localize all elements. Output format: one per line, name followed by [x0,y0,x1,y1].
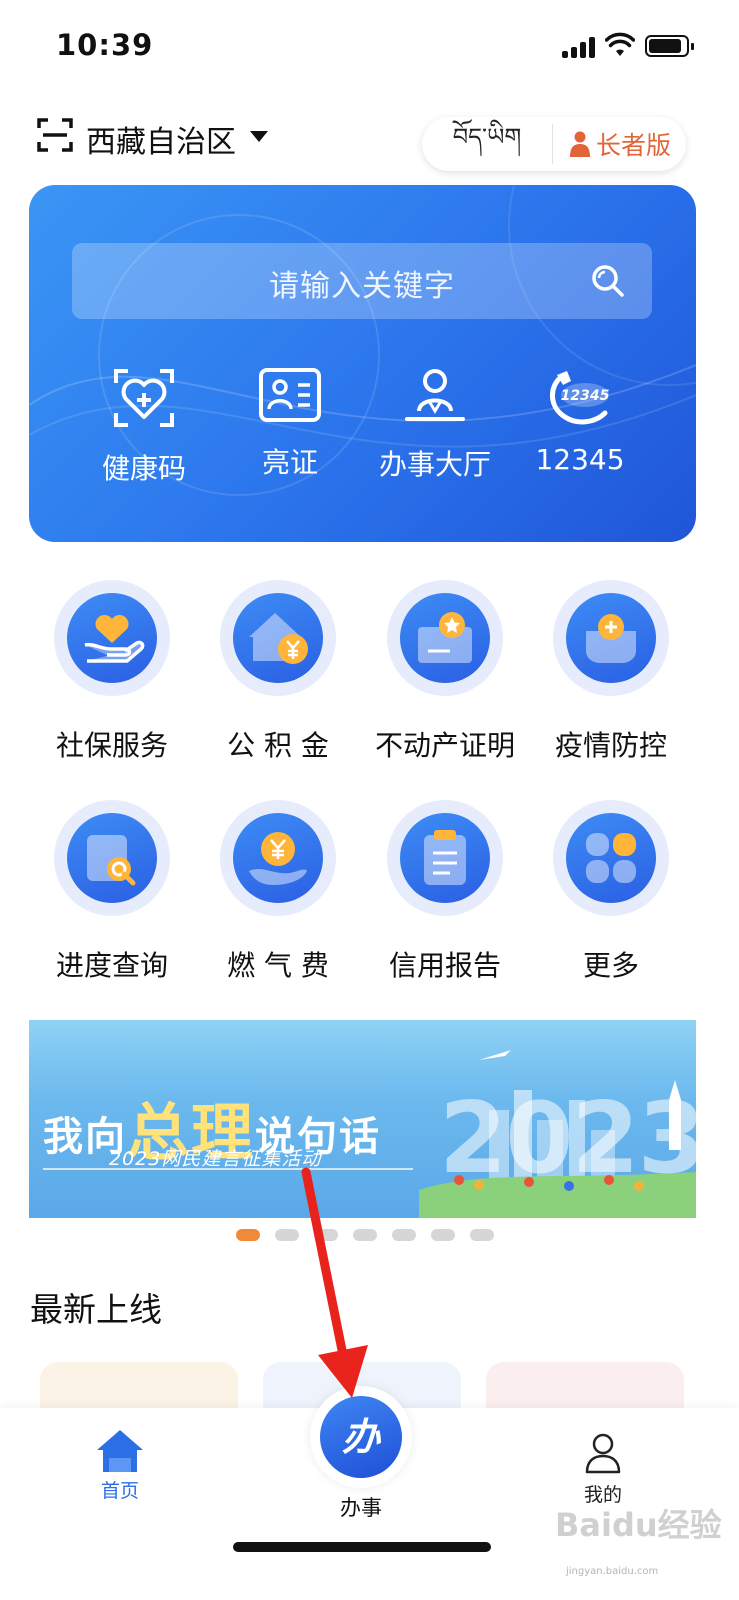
quick-action-label: 12345 [535,443,625,476]
carousel-dot[interactable] [392,1229,416,1241]
service-label: 燃 气 费 [227,949,329,982]
quick-action-label: 亮证 [261,446,318,479]
service-icon-bg [387,800,503,916]
quick-action-label: 健康码 [101,452,186,485]
more-icon [586,833,636,883]
service-glyph-icon: 办 [320,1396,402,1478]
caret-down-icon[interactable] [250,131,268,142]
cellular-signal-icon [562,36,596,58]
tab-home-label: 首页 [100,1480,139,1502]
battery-icon [645,35,694,57]
service-more[interactable]: 更多 [531,800,691,984]
tab-home[interactable]: 首页 [60,1428,180,1503]
home-icon [97,1430,143,1472]
search-input[interactable]: 请输入关键字 [72,243,652,319]
housing-fund-icon [249,613,308,664]
carousel-dot[interactable] [431,1229,455,1241]
carousel-dot[interactable] [314,1229,338,1241]
carousel-dot[interactable] [353,1229,377,1241]
progress-query-icon [87,835,136,886]
carousel-indicator [236,1229,494,1241]
service-social-security[interactable]: 社保服务 [32,580,192,764]
status-time: 10:39 [56,28,154,62]
region-selector[interactable]: 西藏自治区 [86,117,236,161]
user-icon [585,1433,621,1474]
property-certificate-icon [418,612,472,663]
service-label: 信用报告 [388,949,501,982]
center-service-button[interactable]: 办 [310,1386,412,1488]
baidu-watermark: Baidu经验 [555,1506,722,1544]
home-indicator [233,1542,491,1552]
service-hall-icon [405,369,465,421]
service-progress-query[interactable]: 进度查询 [32,800,192,984]
service-property-certificate[interactable]: 不动产证明 [365,580,525,764]
carousel-dot[interactable] [275,1229,299,1241]
elder-mode-label: 长者版 [595,131,671,160]
quick-action-health-code[interactable]: 健康码 [69,367,219,487]
health-code-icon [114,369,174,427]
tab-service[interactable]: 办事 [301,1492,421,1522]
hero-banner: 请输入关键字 健康码 亮证 办事大厅 12345 12345 [29,185,696,542]
service-icon-bg [220,580,336,696]
svg-text:12345: 12345 [561,388,610,404]
tibetan-language-button[interactable]: བོད་ཡིག [422,111,552,178]
quick-action-service-hall[interactable]: 办事大厅 [360,367,510,483]
service-epidemic-control[interactable]: 疫情防控 [531,580,691,764]
quick-action-label: 办事大厅 [378,448,491,481]
service-label: 公 积 金 [227,729,329,762]
hotline-12345-icon: 12345 [550,371,610,425]
service-label: 疫情防控 [554,729,667,762]
hero-background-waves [29,185,696,496]
status-bar: 10:39 [0,0,739,90]
quick-action-id-card[interactable]: 亮证 [215,367,365,481]
service-label: 不动产证明 [374,729,515,762]
promo-subtitle: 2023网民建言征集活动 [109,1148,322,1170]
social-security-icon [84,614,145,663]
promo-banner[interactable]: 2023 我向总理说句话 2023网民建言征集活动 [29,1020,696,1218]
search-icon[interactable] [590,263,626,299]
service-label: 更多 [582,949,639,982]
latest-section-title: 最新上线 [30,1290,162,1329]
service-gas-fee[interactable]: 燃 气 费 [198,800,358,984]
elder-mode-button[interactable]: 长者版 [553,126,686,162]
wifi-icon [605,32,635,56]
id-card-icon [259,368,321,422]
language-mode-toggle: བོད་ཡིག 长者版 [422,117,686,171]
service-icon-bg [54,800,170,916]
scan-icon[interactable] [37,117,73,153]
service-label: 社保服务 [55,729,168,762]
gas-fee-icon [249,832,307,885]
epidemic-control-icon [586,614,636,663]
service-credit-report[interactable]: 信用报告 [365,800,525,984]
quick-action-hotline-12345[interactable]: 12345 12345 [505,367,655,476]
carousel-dot[interactable] [470,1229,494,1241]
service-label: 进度查询 [55,949,168,982]
watermark-url: jingyan.baidu.com [566,1566,659,1577]
service-housing-fund[interactable]: 公 积 金 [198,580,358,764]
carousel-dot-active[interactable] [236,1229,260,1241]
header: 西藏自治区 བོད་ཡིག 长者版 [0,105,739,175]
elder-person-icon [569,131,590,157]
service-icon-bg [54,580,170,696]
service-icon-bg [387,580,503,696]
service-icon-bg [553,800,669,916]
search-placeholder: 请输入关键字 [269,269,455,304]
promo-year: 2023 [439,1082,696,1196]
service-icon-bg [220,800,336,916]
service-icon-bg [553,580,669,696]
tab-service-label: 办事 [340,1496,382,1520]
tab-mine[interactable]: 我的 [543,1432,663,1507]
credit-report-icon [424,830,466,885]
